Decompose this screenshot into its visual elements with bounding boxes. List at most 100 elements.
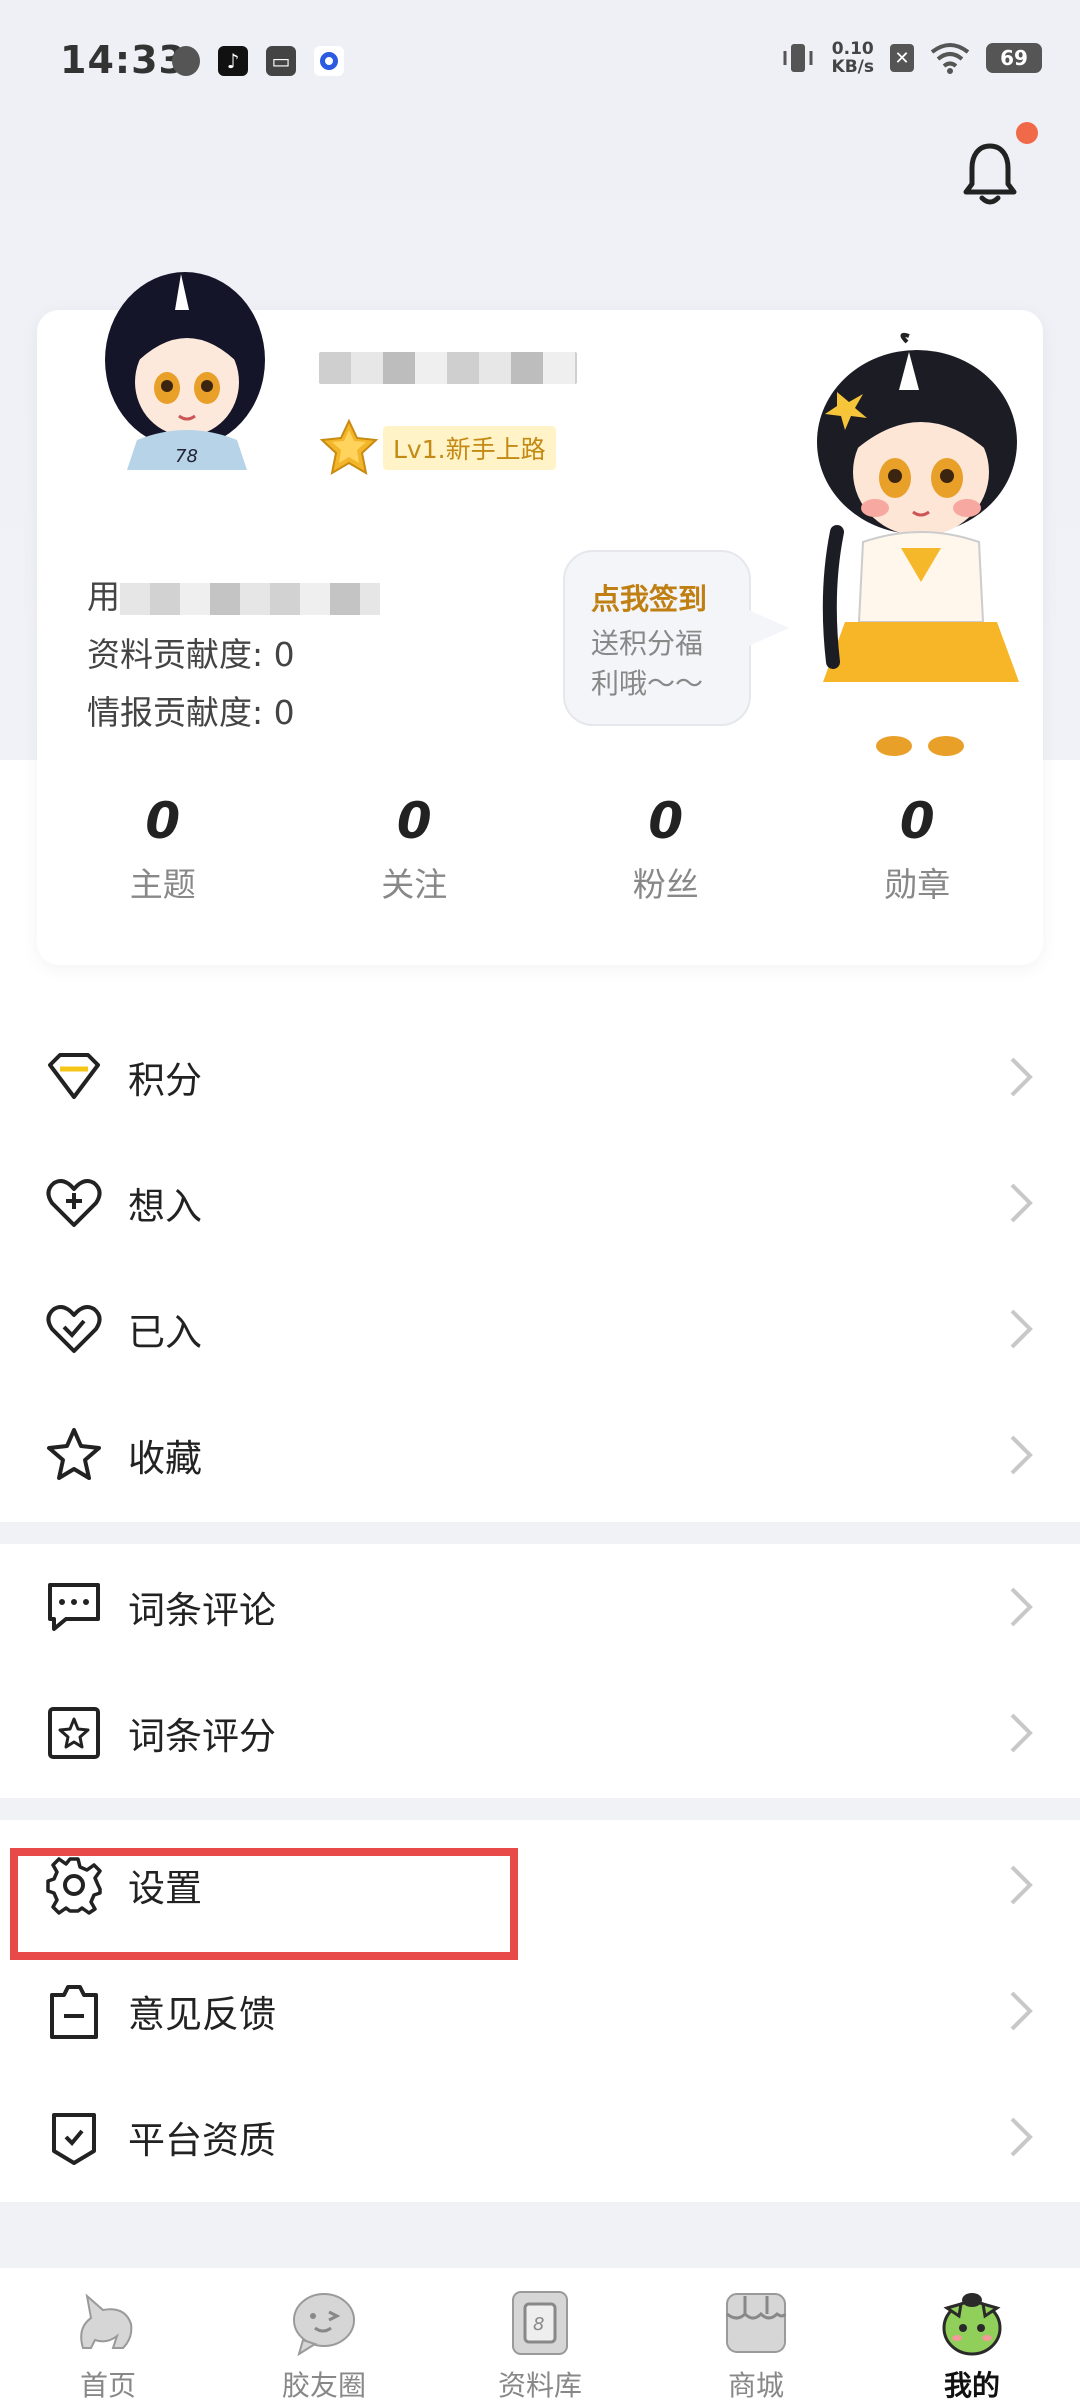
tab-home[interactable]: 首页 (0, 2268, 216, 2408)
menu-item-owned[interactable]: 已入 (0, 1266, 1080, 1392)
menu-item-points[interactable]: 积分 (0, 1014, 1080, 1140)
menu-item-platform-qualification[interactable]: 平台资质 (0, 2074, 1080, 2200)
star-outline-icon (47, 1428, 101, 1480)
menu-label: 词条评分 (128, 1715, 276, 1758)
status-bar: 14:33 ♪ ▭ 0.10 KB/s ✕ 69 (0, 0, 1080, 120)
contribution-info: 用 资料贡献度: 0 情报贡献度: 0 (87, 568, 380, 742)
mail-app-icon: ▭ (266, 46, 296, 76)
tiktok-icon: ♪ (218, 46, 248, 76)
stat-label: 粉丝 (632, 865, 699, 904)
level-badge[interactable]: Lv1.新手上路 (319, 418, 556, 478)
profile-card: 78 Lv1.新手上路 用 资料贡献度: 0 情报贡献度: 0 点我签到 送积分… (37, 272, 1043, 965)
uid-line: 用 (87, 568, 380, 626)
tab-database[interactable]: 8 资料库 (432, 2268, 648, 2408)
stat-value: 0 (648, 792, 684, 850)
stat-label: 勋章 (884, 865, 951, 904)
stat-medals[interactable]: 0 勋章 (792, 792, 1044, 906)
shop-icon (726, 2293, 787, 2353)
chevron-right-icon (1010, 1587, 1033, 1627)
stat-label: 主题 (129, 865, 196, 904)
uid-blurred (120, 582, 380, 615)
checkin-title: 点我签到 (591, 582, 708, 616)
tab-label: 我的 (943, 2369, 1000, 2402)
stat-following[interactable]: 0 关注 (289, 792, 541, 906)
menu-label: 词条评论 (128, 1589, 276, 1632)
uid-prefix: 用 (87, 577, 120, 616)
status-time: 14:33 (60, 38, 186, 82)
chevron-right-icon (1010, 1991, 1033, 2031)
svg-text:8: 8 (533, 2314, 544, 2335)
checkin-sub-line1: 送积分福 (591, 627, 704, 660)
chevron-right-icon (1010, 1057, 1033, 1097)
tab-shop[interactable]: 商城 (648, 2268, 864, 2408)
username-blurred (319, 352, 577, 384)
tab-label: 首页 (79, 2369, 136, 2402)
section-divider (0, 1798, 1080, 1820)
section-divider (0, 1522, 1080, 1544)
menu-label: 想入 (128, 1185, 202, 1228)
home-unicorn-icon (80, 2293, 133, 2349)
mascot-character[interactable] (797, 332, 1037, 762)
stat-label: 关注 (381, 865, 448, 904)
menu-item-entry-comments[interactable]: 词条评论 (0, 1544, 1080, 1670)
checkin-subtitle: 送积分福 利哦～～ (591, 624, 723, 704)
heart-check-icon (46, 1305, 102, 1353)
star-box-icon (48, 1707, 100, 1759)
avatar[interactable]: 78 (97, 270, 277, 470)
system-icons: 0.10 KB/s ✕ 69 (780, 40, 1042, 76)
net-speed-value: 0.10 (831, 39, 874, 59)
menu-item-feedback[interactable]: 意见反馈 (0, 1948, 1080, 2074)
stat-value: 0 (396, 792, 432, 850)
heart-plus-icon (46, 1179, 102, 1227)
net-speed-unit: KB/s (831, 57, 874, 77)
diamond-icon (48, 1053, 100, 1099)
notification-bell-icon[interactable] (960, 140, 1020, 210)
network-speed: 0.10 KB/s (832, 40, 874, 76)
settings-highlight-box (10, 1848, 518, 1960)
menu-label: 已入 (128, 1311, 202, 1354)
database-card-icon: 8 (512, 2291, 568, 2355)
stat-value: 0 (145, 792, 181, 850)
feedback-clipboard-icon (50, 1985, 98, 2039)
stat-topics[interactable]: 0 主题 (37, 792, 289, 906)
intel-contribution: 情报贡献度: 0 (87, 693, 295, 732)
profile-mascot-icon (942, 2293, 1002, 2356)
chevron-right-icon (1010, 1435, 1033, 1475)
shield-check-icon (52, 2113, 96, 2165)
level-text: Lv1.新手上路 (383, 426, 556, 470)
data-contribution: 资料贡献度: 0 (87, 635, 295, 674)
menu-label: 平台资质 (128, 2119, 276, 2162)
chevron-right-icon (1010, 1865, 1033, 1905)
tab-label: 商城 (727, 2369, 784, 2402)
menu-label: 积分 (128, 1059, 202, 1102)
wifi-icon (930, 43, 970, 74)
stat-value: 0 (899, 792, 935, 850)
tab-label: 资料库 (497, 2369, 582, 2402)
bottom-tab-bar: 首页 胶友圈 8 资料库 商城 我的 (0, 2268, 1080, 2408)
checkin-bubble[interactable]: 点我签到 送积分福 利哦～～ (563, 550, 751, 726)
menu-item-entry-ratings[interactable]: 词条评分 (0, 1670, 1080, 1796)
level-star-icon (319, 418, 379, 475)
battery-indicator: 69 (986, 43, 1042, 73)
checkin-sub-line2: 利哦～～ (591, 667, 704, 700)
menu-item-want[interactable]: 想入 (0, 1140, 1080, 1266)
vibrate-icon (783, 44, 813, 72)
chevron-right-icon (1010, 2117, 1033, 2157)
tab-circle[interactable]: 胶友圈 (216, 2268, 432, 2408)
tab-mine[interactable]: 我的 (864, 2268, 1080, 2408)
menu-item-favorites[interactable]: 收藏 (0, 1392, 1080, 1518)
menu-label: 意见反馈 (128, 1993, 276, 2036)
tab-label: 胶友圈 (281, 2369, 366, 2402)
blue-dot-app-icon (314, 46, 344, 76)
bottom-spacer (0, 2202, 1080, 2268)
stats-row: 0 主题 0 关注 0 粉丝 0 勋章 (37, 792, 1043, 906)
chevron-right-icon (1010, 1183, 1033, 1223)
chevron-right-icon (1010, 1713, 1033, 1753)
chevron-right-icon (1010, 1309, 1033, 1349)
svg-text:78: 78 (175, 446, 198, 467)
menu-label: 收藏 (128, 1437, 202, 1480)
chat-bubble-face-icon (293, 2293, 355, 2357)
app-notification-icon (172, 46, 200, 76)
stat-followers[interactable]: 0 粉丝 (540, 792, 792, 906)
bubble-tail (749, 610, 789, 646)
